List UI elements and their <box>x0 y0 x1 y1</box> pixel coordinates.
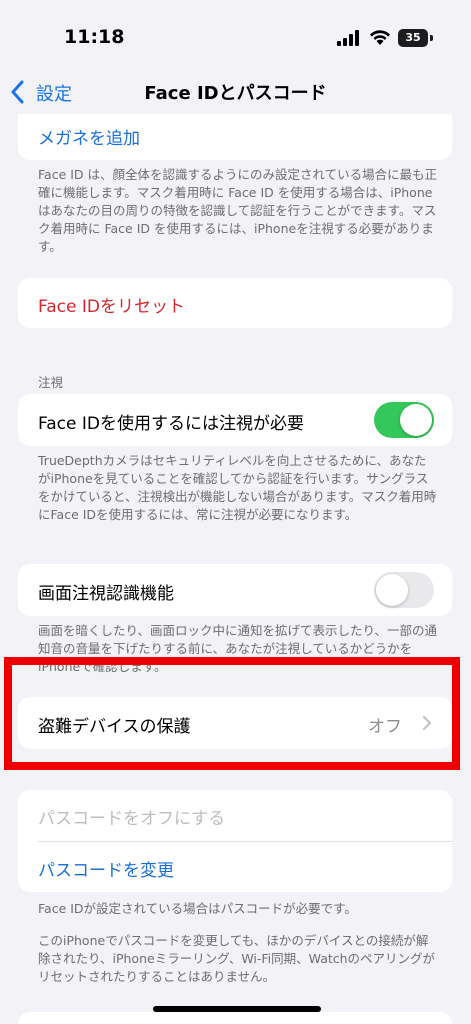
add-glasses-card: メガネを追加 <box>18 114 452 160</box>
attention-aware-label: 画面注視認識機能 <box>38 584 174 604</box>
require-attention-label: Face IDを使用するには注視が必要 <box>38 414 304 434</box>
attention-section-header: 注視 <box>38 375 64 390</box>
turn-passcode-off-button: パスコードをオフにする <box>38 809 226 829</box>
navigation-bar: 設定 Face IDとパスコード <box>0 70 471 114</box>
reset-face-id-card: Face IDをリセット <box>18 278 452 328</box>
passcode-change-footnote: このiPhoneでパスコードを変更しても、ほかのデバイスとの接続が解除されたり、… <box>38 933 436 984</box>
next-card-partial <box>18 1012 452 1024</box>
change-passcode-button[interactable]: パスコードを変更 <box>38 856 174 881</box>
toggle-knob <box>400 404 432 436</box>
require-attention-footnote: TrueDepthカメラはセキュリティレベルを向上させるために、あなたがiPho… <box>38 453 437 522</box>
attention-aware-toggle[interactable] <box>374 572 434 608</box>
passcode-card: パスコードをオフにする パスコードを変更 <box>18 790 452 892</box>
require-attention-card: Face IDを使用するには注視が必要 <box>18 394 452 446</box>
battery-tip <box>430 35 433 41</box>
status-bar: 11:18 35 <box>0 0 471 70</box>
cellular-signal-icon <box>337 30 359 46</box>
page-title: Face IDとパスコード <box>144 83 327 104</box>
battery-icon: 35 <box>398 29 428 47</box>
require-attention-toggle[interactable] <box>374 402 434 438</box>
wifi-icon <box>370 30 390 45</box>
row-divider <box>38 841 452 842</box>
add-glasses-button[interactable]: メガネを追加 <box>38 124 140 149</box>
toggle-knob <box>376 574 408 606</box>
home-indicator <box>153 1006 321 1012</box>
attention-aware-card: 画面注視認識機能 <box>18 564 452 616</box>
passcode-required-footnote: Face IDが設定されている場合はパスコードが必要です。 <box>38 901 357 916</box>
reset-face-id-button[interactable]: Face IDをリセット <box>38 292 185 317</box>
status-time: 11:18 <box>64 26 125 48</box>
glasses-footnote: Face ID は、顔全体を認識するようにのみ設定されている場合に最も正確に機能… <box>38 167 438 254</box>
highlight-annotation <box>4 657 460 770</box>
